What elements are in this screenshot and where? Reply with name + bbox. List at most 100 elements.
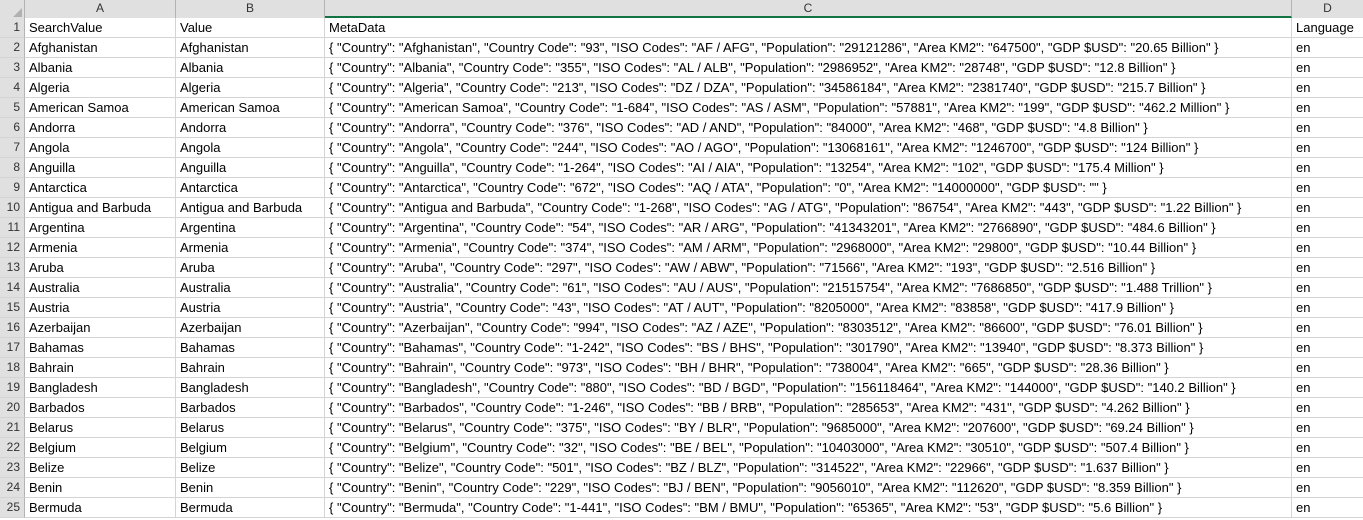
cell-B9[interactable]: Antarctica <box>176 178 325 198</box>
cell-B17[interactable]: Bahamas <box>176 338 325 358</box>
cell-C11[interactable]: { "Country": "Argentina", "Country Code"… <box>325 218 1292 238</box>
row-header[interactable]: 4 <box>0 78 25 98</box>
cell-B13[interactable]: Aruba <box>176 258 325 278</box>
cell-D6[interactable]: en <box>1292 118 1363 138</box>
cell-C2[interactable]: { "Country": "Afghanistan", "Country Cod… <box>325 38 1292 58</box>
cell-A7[interactable]: Angola <box>25 138 176 158</box>
cell-C12[interactable]: { "Country": "Armenia", "Country Code": … <box>325 238 1292 258</box>
cell-D3[interactable]: en <box>1292 58 1363 78</box>
row-header[interactable]: 18 <box>0 358 25 378</box>
row-header[interactable]: 12 <box>0 238 25 258</box>
cell-C13[interactable]: { "Country": "Aruba", "Country Code": "2… <box>325 258 1292 278</box>
cell-C25[interactable]: { "Country": "Bermuda", "Country Code": … <box>325 498 1292 518</box>
cell-C19[interactable]: { "Country": "Bangladesh", "Country Code… <box>325 378 1292 398</box>
column-header-a[interactable]: A <box>25 0 176 18</box>
cell-C9[interactable]: { "Country": "Antarctica", "Country Code… <box>325 178 1292 198</box>
cell-B10[interactable]: Antigua and Barbuda <box>176 198 325 218</box>
cell-A12[interactable]: Armenia <box>25 238 176 258</box>
cell-A8[interactable]: Anguilla <box>25 158 176 178</box>
cell-A22[interactable]: Belgium <box>25 438 176 458</box>
row-header[interactable]: 13 <box>0 258 25 278</box>
row-header[interactable]: 17 <box>0 338 25 358</box>
cell-C24[interactable]: { "Country": "Benin", "Country Code": "2… <box>325 478 1292 498</box>
row-header[interactable]: 10 <box>0 198 25 218</box>
row-header[interactable]: 25 <box>0 498 25 518</box>
cell-A3[interactable]: Albania <box>25 58 176 78</box>
cell-C3[interactable]: { "Country": "Albania", "Country Code": … <box>325 58 1292 78</box>
cell-B7[interactable]: Angola <box>176 138 325 158</box>
cell-D9[interactable]: en <box>1292 178 1363 198</box>
cell-D17[interactable]: en <box>1292 338 1363 358</box>
cell-C14[interactable]: { "Country": "Australia", "Country Code"… <box>325 278 1292 298</box>
row-header[interactable]: 2 <box>0 38 25 58</box>
cell-B11[interactable]: Argentina <box>176 218 325 238</box>
cell-D20[interactable]: en <box>1292 398 1363 418</box>
cell-B15[interactable]: Austria <box>176 298 325 318</box>
cell-D7[interactable]: en <box>1292 138 1363 158</box>
cell-C15[interactable]: { "Country": "Austria", "Country Code": … <box>325 298 1292 318</box>
cell-A13[interactable]: Aruba <box>25 258 176 278</box>
cell-B25[interactable]: Bermuda <box>176 498 325 518</box>
row-header[interactable]: 23 <box>0 458 25 478</box>
row-header[interactable]: 16 <box>0 318 25 338</box>
cell-A16[interactable]: Azerbaijan <box>25 318 176 338</box>
cell-D10[interactable]: en <box>1292 198 1363 218</box>
cell-B1[interactable]: Value <box>176 18 325 38</box>
cell-C22[interactable]: { "Country": "Belgium", "Country Code": … <box>325 438 1292 458</box>
cell-A5[interactable]: American Samoa <box>25 98 176 118</box>
cell-D22[interactable]: en <box>1292 438 1363 458</box>
cell-D2[interactable]: en <box>1292 38 1363 58</box>
row-header[interactable]: 22 <box>0 438 25 458</box>
cell-B12[interactable]: Armenia <box>176 238 325 258</box>
cell-D4[interactable]: en <box>1292 78 1363 98</box>
cell-C1[interactable]: MetaData <box>325 18 1292 38</box>
cell-A25[interactable]: Bermuda <box>25 498 176 518</box>
cell-D13[interactable]: en <box>1292 258 1363 278</box>
cell-A10[interactable]: Antigua and Barbuda <box>25 198 176 218</box>
cell-C7[interactable]: { "Country": "Angola", "Country Code": "… <box>325 138 1292 158</box>
cell-B20[interactable]: Barbados <box>176 398 325 418</box>
cell-D11[interactable]: en <box>1292 218 1363 238</box>
cell-C8[interactable]: { "Country": "Anguilla", "Country Code":… <box>325 158 1292 178</box>
cell-A17[interactable]: Bahamas <box>25 338 176 358</box>
cell-B21[interactable]: Belarus <box>176 418 325 438</box>
row-header[interactable]: 15 <box>0 298 25 318</box>
cell-D8[interactable]: en <box>1292 158 1363 178</box>
row-header[interactable]: 20 <box>0 398 25 418</box>
cell-B16[interactable]: Azerbaijan <box>176 318 325 338</box>
column-header-d[interactable]: D <box>1292 0 1363 18</box>
cell-B19[interactable]: Bangladesh <box>176 378 325 398</box>
row-header[interactable]: 14 <box>0 278 25 298</box>
row-header[interactable]: 1 <box>0 18 25 38</box>
row-header[interactable]: 11 <box>0 218 25 238</box>
cell-A23[interactable]: Belize <box>25 458 176 478</box>
cell-A19[interactable]: Bangladesh <box>25 378 176 398</box>
cell-B5[interactable]: American Samoa <box>176 98 325 118</box>
cell-D14[interactable]: en <box>1292 278 1363 298</box>
cell-A20[interactable]: Barbados <box>25 398 176 418</box>
cell-C16[interactable]: { "Country": "Azerbaijan", "Country Code… <box>325 318 1292 338</box>
row-header[interactable]: 6 <box>0 118 25 138</box>
cell-A11[interactable]: Argentina <box>25 218 176 238</box>
cell-A4[interactable]: Algeria <box>25 78 176 98</box>
cell-C6[interactable]: { "Country": "Andorra", "Country Code": … <box>325 118 1292 138</box>
cell-C4[interactable]: { "Country": "Algeria", "Country Code": … <box>325 78 1292 98</box>
cell-D21[interactable]: en <box>1292 418 1363 438</box>
cell-A14[interactable]: Australia <box>25 278 176 298</box>
cell-A6[interactable]: Andorra <box>25 118 176 138</box>
cell-C17[interactable]: { "Country": "Bahamas", "Country Code": … <box>325 338 1292 358</box>
cell-C21[interactable]: { "Country": "Belarus", "Country Code": … <box>325 418 1292 438</box>
column-header-c[interactable]: C <box>325 0 1292 18</box>
cell-A18[interactable]: Bahrain <box>25 358 176 378</box>
row-header[interactable]: 5 <box>0 98 25 118</box>
cell-D24[interactable]: en <box>1292 478 1363 498</box>
cell-B18[interactable]: Bahrain <box>176 358 325 378</box>
cell-B6[interactable]: Andorra <box>176 118 325 138</box>
row-header[interactable]: 7 <box>0 138 25 158</box>
cell-D18[interactable]: en <box>1292 358 1363 378</box>
cell-B8[interactable]: Anguilla <box>176 158 325 178</box>
cell-B4[interactable]: Algeria <box>176 78 325 98</box>
cell-B3[interactable]: Albania <box>176 58 325 78</box>
cell-C23[interactable]: { "Country": "Belize", "Country Code": "… <box>325 458 1292 478</box>
cell-A15[interactable]: Austria <box>25 298 176 318</box>
